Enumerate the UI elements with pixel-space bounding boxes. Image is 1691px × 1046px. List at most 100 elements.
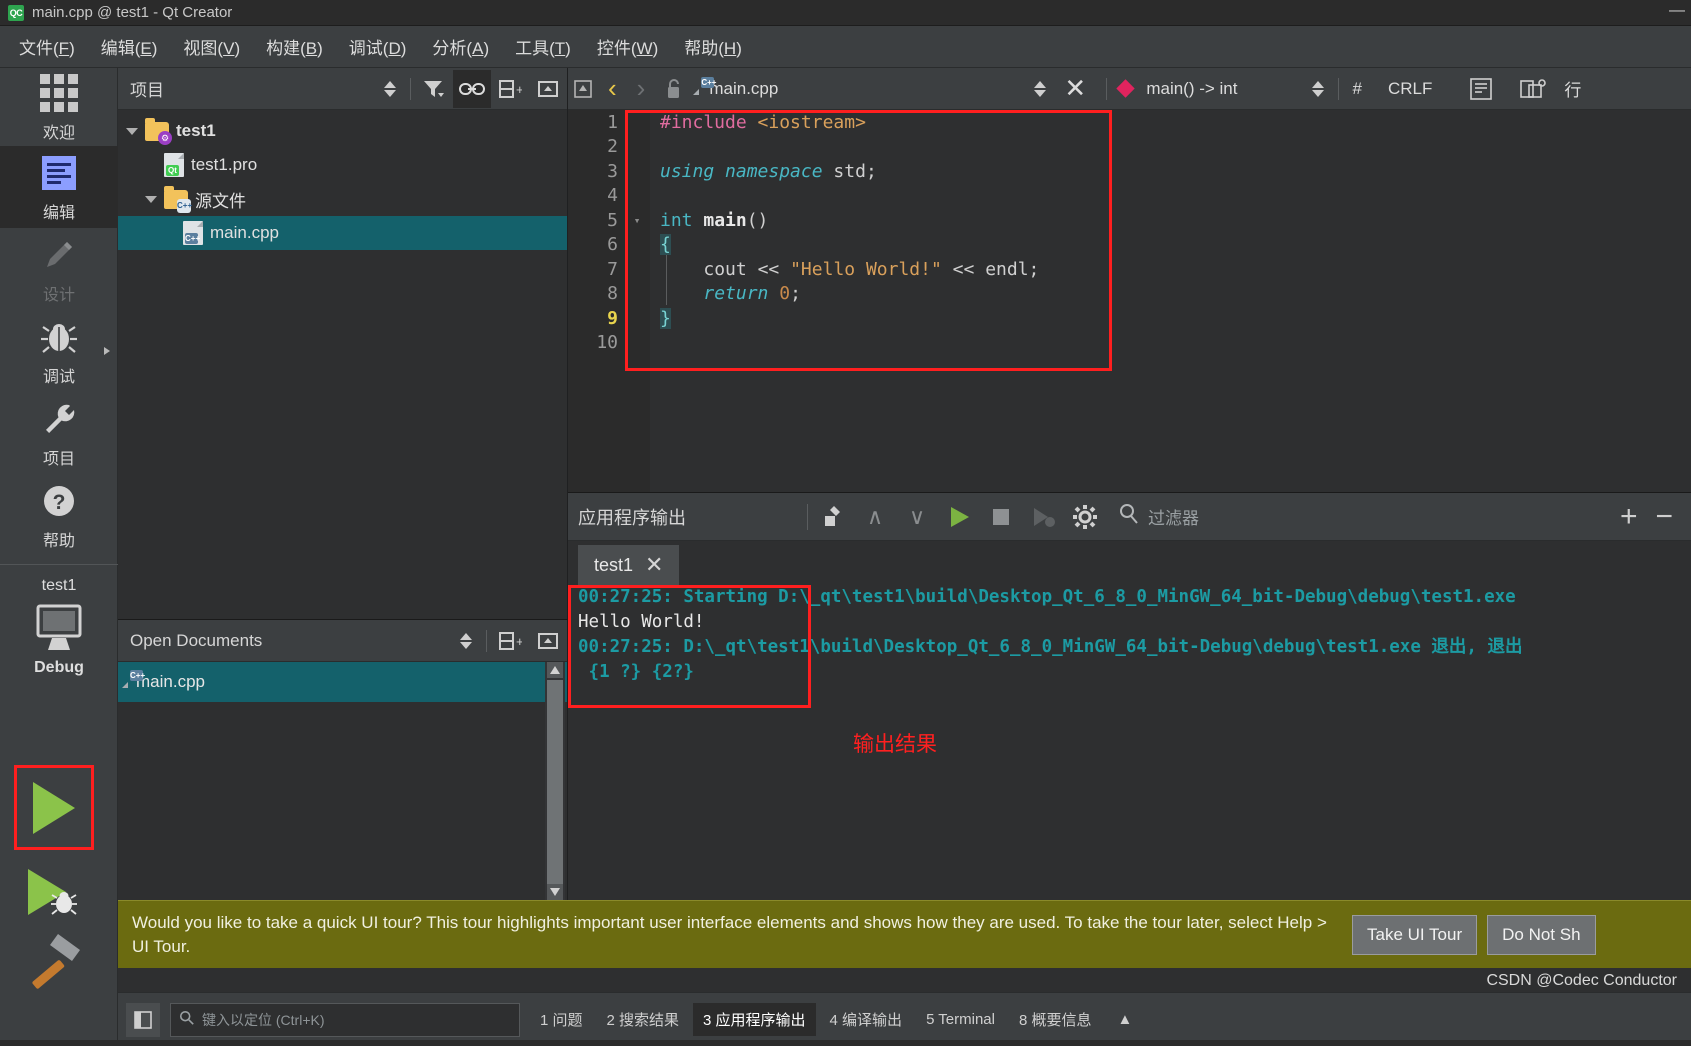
menu-tools[interactable]: 工具(T) — [502, 30, 584, 63]
filter-input[interactable]: 过滤器 — [1106, 494, 1364, 539]
code-line[interactable]: 1 #include <iostream> — [568, 110, 1691, 135]
chevron-down-icon[interactable] — [145, 195, 157, 203]
take-ui-tour-button[interactable]: Take UI Tour — [1352, 914, 1478, 955]
prev-item-button[interactable]: ∧ — [854, 495, 896, 539]
run-output-button[interactable] — [938, 495, 980, 539]
status-tab[interactable]: 4 编译输出 — [820, 1003, 913, 1036]
menu-file[interactable]: 文件(F) — [6, 30, 88, 63]
build-button[interactable] — [24, 930, 90, 996]
output-pane-title: 应用程序输出 — [578, 507, 686, 528]
code-line[interactable]: 6{ — [568, 233, 1691, 258]
sidebar-item-projects[interactable]: 项目 — [0, 392, 118, 474]
output-tab-label: test1 — [594, 554, 634, 575]
code-line[interactable]: 10 — [568, 331, 1691, 356]
navigate-forward-button[interactable]: › — [627, 73, 656, 104]
tree-item[interactable]: C++ main.cpp — [118, 216, 567, 250]
settings-button[interactable] — [1064, 495, 1106, 539]
stop-button[interactable] — [980, 495, 1022, 539]
next-item-button[interactable]: ∨ — [896, 495, 938, 539]
synchronize-with-editor-button[interactable] — [453, 69, 491, 108]
search-icon — [179, 1010, 195, 1029]
sidebar-item-edit[interactable]: 编辑 — [0, 146, 118, 228]
navigate-back-button[interactable]: ‹ — [598, 73, 627, 104]
menu-view[interactable]: 视图(V) — [170, 30, 253, 63]
line-number: 7 — [607, 258, 618, 280]
status-bar: 键入以定位 (Ctrl+K) 1 问题 2 搜索结果 3 应用程序输出 4 编译输出 5… — [118, 992, 1691, 1046]
chevron-down-icon[interactable] — [126, 127, 138, 135]
file-combobox-spin[interactable] — [1034, 80, 1047, 97]
toggle-sidebar-icon[interactable] — [126, 1002, 160, 1037]
debug-run-button[interactable] — [22, 863, 92, 925]
split-panel-button[interactable]: + — [491, 70, 529, 108]
close-panel-button[interactable] — [529, 622, 567, 660]
status-tab[interactable]: 8 概要信息 — [1009, 1003, 1102, 1036]
filter-placeholder: 过滤器 — [1148, 509, 1199, 528]
tree-item[interactable]: Qt test1.pro — [118, 148, 567, 182]
text-wrap-icon[interactable] — [1462, 70, 1500, 108]
sidebar-item-help[interactable]: ? 帮助 — [0, 474, 118, 556]
menu-edit[interactable]: 编辑(E) — [88, 30, 171, 63]
status-tab[interactable]: 5 Terminal — [916, 1005, 1005, 1034]
window-minimize-button[interactable]: — — [1669, 2, 1685, 20]
svg-text:+: + — [516, 634, 522, 649]
menu-widgets[interactable]: 控件(W) — [584, 30, 671, 63]
ui-tour-banner: Would you like to take a quick UI tour? … — [118, 900, 1691, 968]
symbol-combobox-spin[interactable] — [1311, 80, 1324, 97]
code-line[interactable]: 4 — [568, 184, 1691, 209]
sort-toggle-button[interactable] — [368, 70, 406, 108]
do-not-show-button[interactable]: Do Not Sh — [1487, 914, 1596, 955]
line-column-indicator[interactable]: # — [1353, 79, 1362, 99]
sidebar-item-welcome[interactable]: 欢迎 — [0, 68, 118, 146]
scrollbar-thumb[interactable] — [547, 680, 563, 905]
current-file-combobox[interactable]: C++ main.cpp — [699, 76, 778, 99]
locator-input[interactable]: 键入以定位 (Ctrl+K) — [170, 1002, 520, 1037]
status-tab[interactable]: 3 应用程序输出 — [693, 1003, 816, 1036]
search-icon — [1118, 503, 1140, 530]
attach-debugger-button[interactable] — [1022, 495, 1064, 539]
open-documents-scrollbar[interactable] — [545, 662, 565, 905]
clear-output-button[interactable] — [812, 495, 854, 539]
menu-help[interactable]: 帮助(H) — [671, 30, 755, 63]
fold-marker-icon[interactable]: ▾ — [624, 214, 650, 227]
output-line: 00:27:25: Starting D:\_qt\test1\build\De… — [578, 587, 1516, 607]
close-document-button[interactable]: ✕ — [1056, 70, 1094, 108]
run-button[interactable] — [33, 781, 75, 834]
code-line[interactable]: 9} — [568, 306, 1691, 331]
sort-toggle-button[interactable] — [444, 622, 482, 660]
split-panel-button[interactable]: + — [491, 622, 529, 660]
code-line[interactable]: 8 return 0; — [568, 282, 1691, 307]
collapse-sidebar-button[interactable] — [568, 70, 598, 108]
status-tab[interactable]: 1 问题 — [530, 1003, 593, 1036]
menu-debug[interactable]: 调试(D) — [336, 30, 420, 63]
line-ending-selector[interactable]: CRLF — [1388, 79, 1432, 99]
sidebar-item-design[interactable]: 设计 — [0, 228, 118, 310]
scroll-down-arrow-icon[interactable] — [547, 884, 563, 900]
status-tab[interactable]: 2 搜索结果 — [597, 1003, 690, 1036]
kit-selector[interactable]: test1 Debug — [0, 577, 118, 677]
menu-analyze[interactable]: 分析(A) — [419, 30, 502, 63]
list-item[interactable]: C++ main.cpp — [118, 662, 567, 702]
divider — [807, 503, 808, 530]
close-panel-button[interactable] — [529, 70, 567, 108]
output-tab-test1[interactable]: test1 ✕ — [578, 545, 680, 585]
zoom-in-button[interactable]: + — [1620, 500, 1638, 534]
code-line[interactable]: 2 — [568, 135, 1691, 160]
code-line[interactable]: 7 cout << "Hello World!" << endl; — [568, 257, 1691, 282]
symbol-combobox[interactable]: main() -> int — [1146, 79, 1237, 99]
split-editor-icon[interactable] — [1514, 70, 1552, 108]
chevron-up-icon[interactable]: ▲ — [1118, 1011, 1133, 1028]
filter-tree-button[interactable] — [415, 70, 453, 108]
close-icon[interactable]: ✕ — [645, 552, 663, 578]
open-documents-panel: Open Documents + C++ main.cpp — [118, 619, 568, 905]
tree-item[interactable]: ⚙ test1 — [118, 114, 567, 148]
code-editor[interactable]: 1 #include <iostream> 2 3 using namespace st… — [568, 110, 1691, 492]
code-line[interactable]: 5 ▾ int main() — [568, 208, 1691, 233]
scroll-up-arrow-icon[interactable] — [547, 662, 563, 678]
tree-item[interactable]: C++ 源文件 — [118, 182, 567, 216]
zoom-out-button[interactable]: − — [1655, 500, 1673, 534]
sidebar-item-debug[interactable]: 调试 — [0, 310, 118, 392]
menu-build[interactable]: 构建(B) — [253, 30, 336, 63]
unlocked-padlock-icon[interactable] — [655, 70, 693, 108]
chevron-right-icon[interactable] — [104, 347, 110, 355]
code-line[interactable]: 3 using namespace std; — [568, 159, 1691, 184]
